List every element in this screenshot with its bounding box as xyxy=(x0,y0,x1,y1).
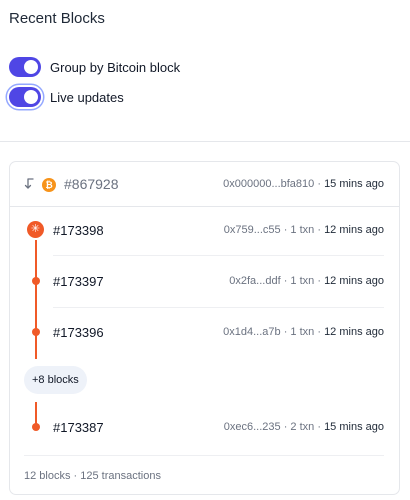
bitcoin-block-hash[interactable]: 0x000000...bfa810 xyxy=(223,178,314,190)
block-time: 12 mins ago xyxy=(324,224,384,236)
live-updates-label: Live updates xyxy=(50,89,124,105)
block-txn-count: 2 txn xyxy=(290,421,315,433)
block-hash[interactable]: 0x759...c55 xyxy=(224,224,281,236)
block-hash[interactable]: 0x2fa...ddf xyxy=(229,275,280,287)
block-hash[interactable]: 0xec6...235 xyxy=(224,421,281,433)
bitcoin-block-header[interactable]: ₿ #867928 0x000000...bfa810 · 15 mins ag… xyxy=(10,162,399,207)
footer-divider xyxy=(24,455,384,456)
block-time: 12 mins ago xyxy=(324,275,384,287)
bitcoin-block-number[interactable]: #867928 xyxy=(64,176,119,192)
block-row[interactable]: #173387 0xec6...235 · 2 txn · 15 mins ag… xyxy=(53,414,384,440)
toggle-knob xyxy=(24,90,38,104)
bitcoin-block-group-card: ₿ #867928 0x000000...bfa810 · 15 mins ag… xyxy=(9,161,400,495)
bitcoin-block-meta: 0x000000...bfa810 · 15 mins ago xyxy=(223,178,384,190)
block-time: 12 mins ago xyxy=(324,326,384,338)
live-updates-toggle-row[interactable]: Live updates xyxy=(9,87,124,107)
block-hash[interactable]: 0x1d4...a7b xyxy=(223,326,281,338)
page-title: Recent Blocks xyxy=(9,10,105,27)
block-number[interactable]: #173387 xyxy=(53,420,104,435)
group-summary: 12 blocks · 125 transactions xyxy=(24,470,161,482)
group-by-bitcoin-label: Group by Bitcoin block xyxy=(50,59,181,75)
section-divider xyxy=(0,141,410,142)
block-number[interactable]: #173398 xyxy=(53,223,104,238)
timeline-dot xyxy=(32,328,40,336)
collapse-arrow-icon[interactable] xyxy=(23,176,37,192)
bitcoin-icon: ₿ xyxy=(42,178,56,192)
block-time: 15 mins ago xyxy=(324,421,384,433)
toggle-knob xyxy=(24,60,38,74)
block-number[interactable]: #173397 xyxy=(53,274,104,289)
group-by-bitcoin-toggle-row[interactable]: Group by Bitcoin block xyxy=(9,57,180,77)
meta-separator: · xyxy=(314,178,325,190)
stacks-chain-icon: ✳ xyxy=(27,221,44,238)
block-meta: 0x1d4...a7b · 1 txn · 12 mins ago xyxy=(223,326,384,338)
block-meta: 0xec6...235 · 2 txn · 15 mins ago xyxy=(223,421,384,433)
block-meta: 0x759...c55 · 1 txn · 12 mins ago xyxy=(223,224,384,236)
group-by-bitcoin-toggle[interactable] xyxy=(9,57,41,77)
block-txn-count: 1 txn xyxy=(290,275,315,287)
block-txn-count: 1 txn xyxy=(290,326,315,338)
block-row[interactable]: #173396 0x1d4...a7b · 1 txn · 12 mins ag… xyxy=(53,319,384,345)
block-meta: 0x2fa...ddf · 1 txn · 12 mins ago xyxy=(229,275,384,287)
timeline-dot xyxy=(32,277,40,285)
block-number[interactable]: #173396 xyxy=(53,325,104,340)
block-row[interactable]: #173397 0x2fa...ddf · 1 txn · 12 mins ag… xyxy=(53,268,384,294)
timeline-line xyxy=(35,240,37,359)
live-updates-toggle[interactable] xyxy=(9,87,41,107)
timeline-dot xyxy=(32,423,40,431)
block-row[interactable]: #173398 0x759...c55 · 1 txn · 12 mins ag… xyxy=(53,217,384,243)
row-divider xyxy=(53,255,384,256)
row-divider xyxy=(53,307,384,308)
block-txn-count: 1 txn xyxy=(290,224,315,236)
more-blocks-button[interactable]: +8 blocks xyxy=(24,366,87,394)
bitcoin-block-time: 15 mins ago xyxy=(324,178,384,190)
